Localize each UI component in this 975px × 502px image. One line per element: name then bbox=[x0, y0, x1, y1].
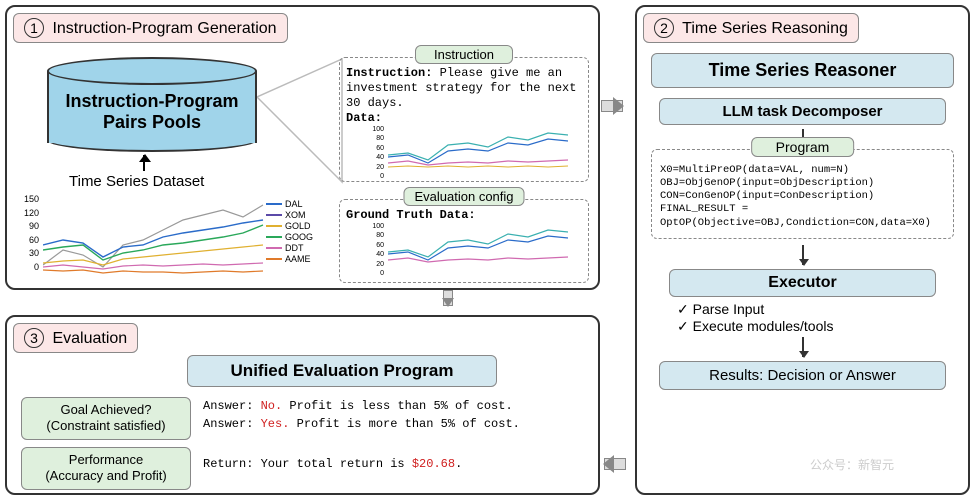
program-line4: FINAL_RESULT = bbox=[660, 203, 748, 215]
executor-box: Executor bbox=[669, 269, 936, 297]
unified-eval-box: Unified Evaluation Program bbox=[187, 355, 497, 387]
performance-box: Performance (Accuracy and Profit) bbox=[21, 447, 191, 490]
return-line: Return: Your total return is $20.68. bbox=[203, 457, 462, 471]
data-label: Data: bbox=[346, 111, 382, 125]
watermark-text: 公众号：新智元 bbox=[810, 456, 894, 473]
instruction-box: Instruction Instruction: Please give me … bbox=[339, 57, 589, 182]
panel3-title: Evaluation bbox=[52, 330, 127, 347]
chart-svg bbox=[43, 195, 271, 280]
program-box: Program X0=MultiPreOP(data=VAL, num=N) O… bbox=[651, 149, 954, 239]
program-line5: OptOP(Objective=OBJ,Condiction=CON,data=… bbox=[660, 217, 931, 229]
cylinder-line1: Instruction-Program bbox=[65, 91, 238, 111]
instruction-label: Instruction: bbox=[346, 66, 432, 80]
results-box: Results: Decision or Answer bbox=[659, 361, 946, 390]
panel1-header: 1 Instruction-Program Generation bbox=[13, 13, 288, 43]
answer-no-line: Answer: No. Profit is less than 5% of co… bbox=[203, 399, 513, 413]
program-title: Program bbox=[751, 137, 855, 157]
panel3-number: 3 bbox=[24, 328, 44, 348]
eval-config-box: Evaluation config Ground Truth Data: 100… bbox=[339, 199, 589, 283]
callout-shape bbox=[257, 57, 347, 187]
pairs-pool-cylinder: Instruction-Program Pairs Pools bbox=[47, 57, 257, 152]
arrow-config-to-eval bbox=[443, 290, 453, 306]
panel-evaluation: 3 Evaluation Unified Evaluation Program … bbox=[5, 315, 600, 495]
decomposer-box: LLM task Decomposer bbox=[659, 98, 946, 125]
goal-achieved-box: Goal Achieved? (Constraint satisfied) bbox=[21, 397, 191, 440]
eval-config-title: Evaluation config bbox=[403, 187, 524, 206]
panel2-number: 2 bbox=[654, 18, 674, 38]
dataset-label: Time Series Dataset bbox=[69, 173, 204, 190]
instruction-mini-chart: 100806040200 bbox=[388, 125, 578, 175]
arrow-dataset-to-pool bbox=[143, 155, 145, 171]
ground-truth-mini-chart: 100806040200 bbox=[388, 222, 578, 272]
program-line1: X0=MultiPreOP(data=VAL, num=N) bbox=[660, 164, 849, 176]
panel-time-series-reasoning: 2 Time Series Reasoning Time Series Reas… bbox=[635, 5, 970, 495]
reasoner-box: Time Series Reasoner bbox=[651, 53, 954, 88]
instruction-box-title: Instruction bbox=[415, 45, 513, 64]
arrow-p1-to-p2 bbox=[601, 100, 623, 112]
executor-item2: ✓ Execute modules/tools bbox=[677, 318, 928, 335]
panel-instruction-program-generation: 1 Instruction-Program Generation Instruc… bbox=[5, 5, 600, 290]
arrow-results-to-eval bbox=[604, 458, 626, 470]
panel1-title: Instruction-Program Generation bbox=[52, 20, 276, 37]
ground-truth-label: Ground Truth Data: bbox=[346, 208, 476, 222]
arrow-executor-to-results bbox=[802, 337, 804, 357]
executor-item1: ✓ Parse Input bbox=[677, 301, 928, 318]
time-series-chart: 1501209060300 DAL XOM GOLD GOOG DDT AAME bbox=[17, 193, 315, 283]
arrow-program-to-executor bbox=[802, 245, 804, 265]
panel1-number: 1 bbox=[24, 18, 44, 38]
chart-legend: DAL XOM GOLD GOOG DDT AAME bbox=[266, 199, 313, 265]
panel3-header: 3 Evaluation bbox=[13, 323, 138, 353]
answer-yes-line: Answer: Yes. Profit is more than 5% of c… bbox=[203, 417, 520, 431]
panel2-title: Time Series Reasoning bbox=[682, 20, 848, 37]
cylinder-line2: Pairs Pools bbox=[103, 112, 201, 132]
panel2-header: 2 Time Series Reasoning bbox=[643, 13, 859, 43]
program-line2: OBJ=ObjGenOP(input=ObjDescription) bbox=[660, 177, 874, 189]
program-line3: CON=ConGenOP(input=ConDescription) bbox=[660, 190, 874, 202]
